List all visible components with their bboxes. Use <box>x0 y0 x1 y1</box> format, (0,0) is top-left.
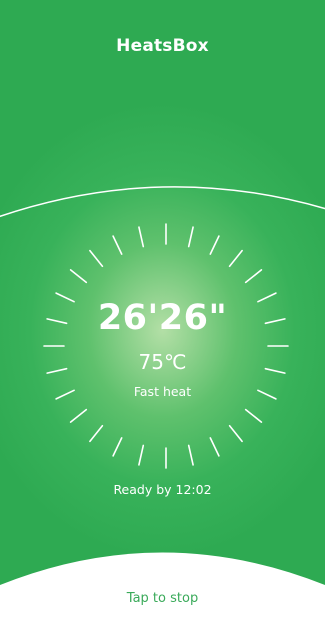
heating-screen: HeatsBox 26'26" 75℃ Fast heat Ready by 1… <box>0 0 325 635</box>
bottom-panel <box>0 552 325 635</box>
stop-button[interactable]: Tap to stop <box>0 591 325 606</box>
